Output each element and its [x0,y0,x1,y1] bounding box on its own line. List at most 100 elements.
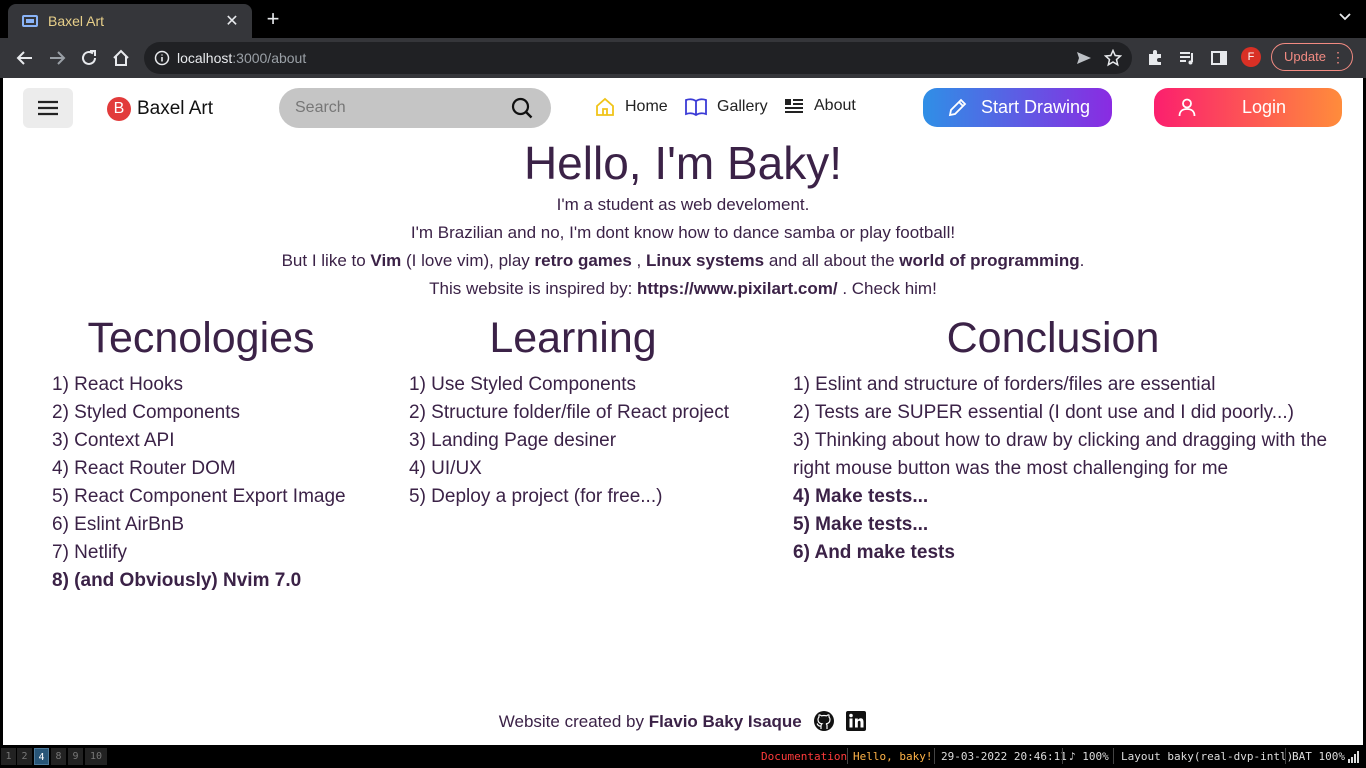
intro-text: . Check him! [837,279,937,298]
info-icon[interactable] [154,50,170,66]
learning-list: 1) Use Styled Components 2) Structure fo… [409,371,779,511]
status-volume: ♪ 100% [1069,750,1109,763]
nav-link-label: About [814,97,856,114]
conclusion-list: 1) Eslint and structure of forders/files… [793,371,1338,567]
forward-button[interactable] [45,46,69,70]
address-bar[interactable]: localhost:3000/about [144,42,1132,74]
list-icon [785,99,803,113]
page-content: B Baxel Art Home Gallery About Start Dra… [3,78,1363,745]
media-queue-icon [1180,52,1193,65]
hamburger-menu-button[interactable] [23,88,73,128]
workspace-button-active[interactable]: 4 [34,748,49,765]
login-label: Login [1241,97,1287,117]
intro-text: , [631,251,646,270]
start-drawing-button[interactable]: Start Drawing [923,88,1112,127]
list-item: 3) Context API [52,430,175,451]
home-icon [113,49,129,66]
github-icon[interactable] [813,710,835,732]
intro-text: . [1079,251,1085,270]
linkedin-icon[interactable] [845,710,867,732]
start-drawing-label: Start Drawing [981,97,1091,117]
back-button[interactable] [13,46,37,70]
more-menu-icon[interactable]: ⋮ [1331,44,1345,70]
intro-text: (I love vim), play [401,251,535,270]
new-tab-button[interactable]: + [262,8,284,30]
reload-button[interactable] [77,46,101,70]
tab-title: Baxel Art [48,13,105,29]
browser-tab-bar: Baxel Art ✕ + [0,0,1366,38]
intro-text: This website is inspired by: [429,279,638,298]
list-item: 4) Make tests... [793,486,929,507]
workspace-button[interactable]: 9 [68,748,83,765]
side-panel-button[interactable] [1207,46,1231,70]
reload-icon [82,50,96,65]
intro-line-3: But I like to Vim (I love vim), play ret… [3,251,1363,271]
brand-logo: B [107,97,131,121]
back-arrow-icon [16,51,32,65]
list-item: 1) Use Styled Components [409,374,637,395]
list-item: 3) Thinking about how to draw by clickin… [793,430,1328,479]
status-separator [1285,748,1286,764]
search-input[interactable] [295,88,495,128]
update-label: Update [1284,49,1326,64]
browser-toolbar: localhost:3000/about F Update ⋮ [0,38,1366,78]
nav-link-home[interactable]: Home [595,97,668,117]
home-icon [596,97,614,116]
status-separator [847,748,848,764]
side-panel-icon [1211,51,1227,65]
nav-link-label: Home [625,98,668,115]
profile-avatar[interactable]: F [1241,47,1261,67]
status-greeting: Hello, baky! [853,750,933,763]
status-battery: BAT 100% [1292,750,1345,763]
search-icon[interactable] [511,97,533,119]
browser-tab[interactable]: Baxel Art ✕ [8,4,252,38]
puzzle-icon [1149,50,1161,65]
extensions-button[interactable] [1143,46,1167,70]
workspace-button[interactable]: 8 [51,748,66,765]
workspace-button[interactable]: 10 [85,748,107,765]
intro-highlight: Linux systems [646,251,765,270]
list-item: 7) Netlify [52,542,127,563]
update-button[interactable]: Update ⋮ [1271,43,1353,71]
list-item: 6) And make tests [793,542,955,563]
intro-text: But I like to [281,251,371,270]
login-button[interactable]: Login [1154,88,1342,127]
intro-text: and all about the [764,251,900,270]
intro-line-2: I'm Brazilian and no, I'm dont know how … [410,223,956,242]
nav-link-about[interactable]: About [784,97,856,115]
workspace-button[interactable]: 1 [1,748,16,765]
status-documentation: Documentation [761,750,848,763]
list-item: 5) Deploy a project (for free...) [409,486,663,507]
list-item: 3) Landing Page desiner [409,430,617,451]
tab-search-chevron-icon[interactable] [1338,10,1352,24]
list-item: 5) Make tests... [793,514,929,535]
footer: Website created by Flavio Baky Isaque [3,710,1363,732]
list-item: 8) (and Obviously) Nvim 7.0 [52,570,302,591]
inspiration-link[interactable]: https://www.pixilart.com/ [637,279,838,298]
site-navbar: B Baxel Art Home Gallery About Start Dra… [3,78,1363,138]
wifi-signal-icon [1348,751,1359,763]
send-icon[interactable] [1076,50,1092,66]
bookmark-star-icon[interactable] [1104,49,1122,67]
list-item: 1) React Hooks [52,374,183,395]
media-control-button[interactable] [1175,46,1199,70]
tab-close-icon[interactable]: ✕ [222,11,242,31]
url-host: localhost [177,50,233,66]
list-item: 2) Structure folder/file of React projec… [409,402,729,423]
nav-link-gallery[interactable]: Gallery [685,97,768,117]
url-path: :3000/about [232,50,307,66]
home-button[interactable] [109,46,133,70]
list-item: 5) React Component Export Image [52,486,346,507]
learning-heading: Learning [489,314,657,362]
list-item: 6) Eslint AirBnB [52,514,184,535]
brand[interactable]: B Baxel Art [107,97,213,121]
status-separator [1062,748,1063,764]
intro-line-4: This website is inspired by: https://www… [3,279,1363,299]
list-item: 2) Styled Components [52,402,240,423]
status-separator [934,748,935,764]
list-item: 1) Eslint and structure of forders/files… [793,374,1216,395]
workspace-button[interactable]: 2 [17,748,32,765]
status-datetime: 29-03-2022 20:46:11 [941,750,1067,763]
brand-name: Baxel Art [137,98,214,119]
intro-highlight: world of programming [899,251,1080,270]
